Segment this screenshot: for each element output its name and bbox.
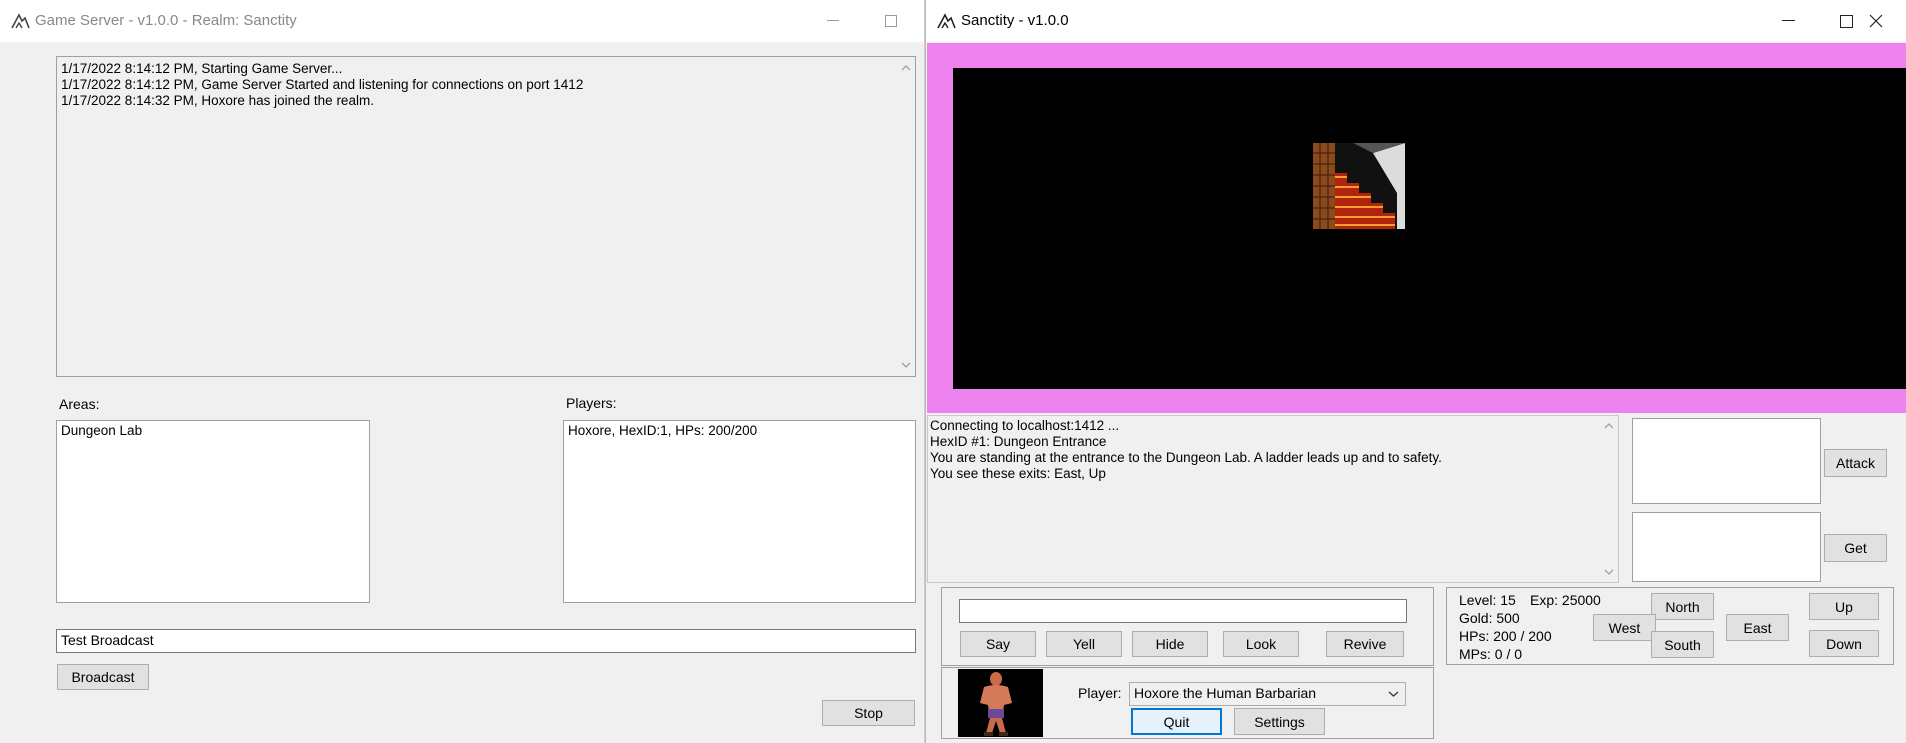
client-log[interactable]: Connecting to localhost:1412 ... HexID #… — [927, 415, 1619, 583]
areas-label: Areas: — [59, 396, 100, 412]
sanctity-client-window: Sanctity - v1.0.0 Connecting to localhos… — [925, 0, 1906, 743]
log-line: Connecting to localhost:1412 ... — [930, 418, 1120, 433]
log-line: 1/17/2022 8:14:12 PM, Game Server Starte… — [61, 77, 584, 92]
players-label: Players: — [566, 395, 617, 411]
broadcast-input[interactable]: Test Broadcast — [56, 629, 916, 653]
player-avatar — [958, 669, 1043, 737]
log-line: 1/17/2022 8:14:12 PM, Starting Game Serv… — [61, 61, 343, 76]
quit-button[interactable]: Quit — [1131, 708, 1222, 735]
client-window-title: Sanctity - v1.0.0 — [961, 12, 1069, 29]
log-line: HexID #1: Dungeon Entrance — [930, 434, 1107, 449]
hide-button[interactable]: Hide — [1132, 631, 1208, 657]
yell-button[interactable]: Yell — [1046, 631, 1122, 657]
players-list[interactable]: Hoxore, HexID:1, HPs: 200/200 — [563, 420, 916, 603]
player-select-value: Hoxore the Human Barbarian — [1134, 685, 1317, 701]
items-list[interactable] — [1632, 512, 1821, 582]
server-window-title: Game Server - v1.0.0 - Realm: Sanctity — [35, 12, 297, 29]
maximize-icon[interactable] — [862, 0, 920, 42]
settings-button[interactable]: Settings — [1234, 708, 1325, 735]
list-item[interactable]: Hoxore, HexID:1, HPs: 200/200 — [568, 423, 911, 439]
west-button[interactable]: West — [1593, 614, 1656, 641]
say-button[interactable]: Say — [960, 631, 1036, 657]
list-item[interactable]: Dungeon Lab — [61, 423, 365, 439]
attack-button[interactable]: Attack — [1824, 449, 1887, 477]
targets-list[interactable] — [1632, 418, 1821, 504]
look-button[interactable]: Look — [1223, 631, 1299, 657]
chevron-down-icon — [1388, 691, 1399, 697]
stop-button[interactable]: Stop — [822, 700, 915, 726]
minimize-icon[interactable] — [804, 0, 862, 42]
log-line: You see these exits: East, Up — [930, 466, 1106, 481]
exp-stat: Exp: 25000 — [1530, 592, 1601, 608]
game-server-window: Game Server - v1.0.0 - Realm: Sanctity 1… — [0, 0, 925, 743]
server-log[interactable]: 1/17/2022 8:14:12 PM, Starting Game Serv… — [56, 56, 916, 377]
client-titlebar: Sanctity - v1.0.0 — [926, 0, 1906, 42]
scroll-down-icon[interactable] — [899, 360, 913, 370]
player-select[interactable]: Hoxore the Human Barbarian — [1129, 682, 1406, 706]
down-button[interactable]: Down — [1809, 630, 1879, 657]
app-logo-icon — [937, 13, 956, 29]
gold-stat: Gold: 500 — [1459, 610, 1520, 626]
up-button[interactable]: Up — [1809, 593, 1879, 620]
scroll-up-icon[interactable] — [1602, 421, 1616, 431]
hps-stat: HPs: 200 / 200 — [1459, 628, 1552, 644]
minimize-icon[interactable] — [1759, 0, 1817, 42]
east-button[interactable]: East — [1726, 614, 1789, 641]
south-button[interactable]: South — [1651, 631, 1714, 658]
scroll-down-icon[interactable] — [1602, 567, 1616, 577]
log-line: You are standing at the entrance to the … — [930, 450, 1442, 465]
scroll-up-icon[interactable] — [899, 63, 913, 73]
command-input[interactable] — [959, 599, 1407, 623]
broadcast-button[interactable]: Broadcast — [57, 664, 149, 690]
areas-list[interactable]: Dungeon Lab — [56, 420, 370, 603]
game-view-frame — [927, 43, 1906, 413]
app-logo-icon — [11, 13, 30, 29]
game-map-canvas[interactable] — [953, 68, 1906, 389]
north-button[interactable]: North — [1651, 593, 1714, 620]
close-icon[interactable] — [1847, 0, 1905, 42]
get-button[interactable]: Get — [1824, 534, 1887, 562]
revive-button[interactable]: Revive — [1326, 631, 1404, 657]
dungeon-entrance-tile — [1313, 143, 1405, 229]
player-label: Player: — [1078, 685, 1122, 701]
mps-stat: MPs: 0 / 0 — [1459, 646, 1523, 662]
server-titlebar: Game Server - v1.0.0 - Realm: Sanctity — [0, 0, 924, 42]
log-line: 1/17/2022 8:14:32 PM, Hoxore has joined … — [61, 93, 374, 108]
level-stat: Level: 15 — [1459, 592, 1516, 608]
